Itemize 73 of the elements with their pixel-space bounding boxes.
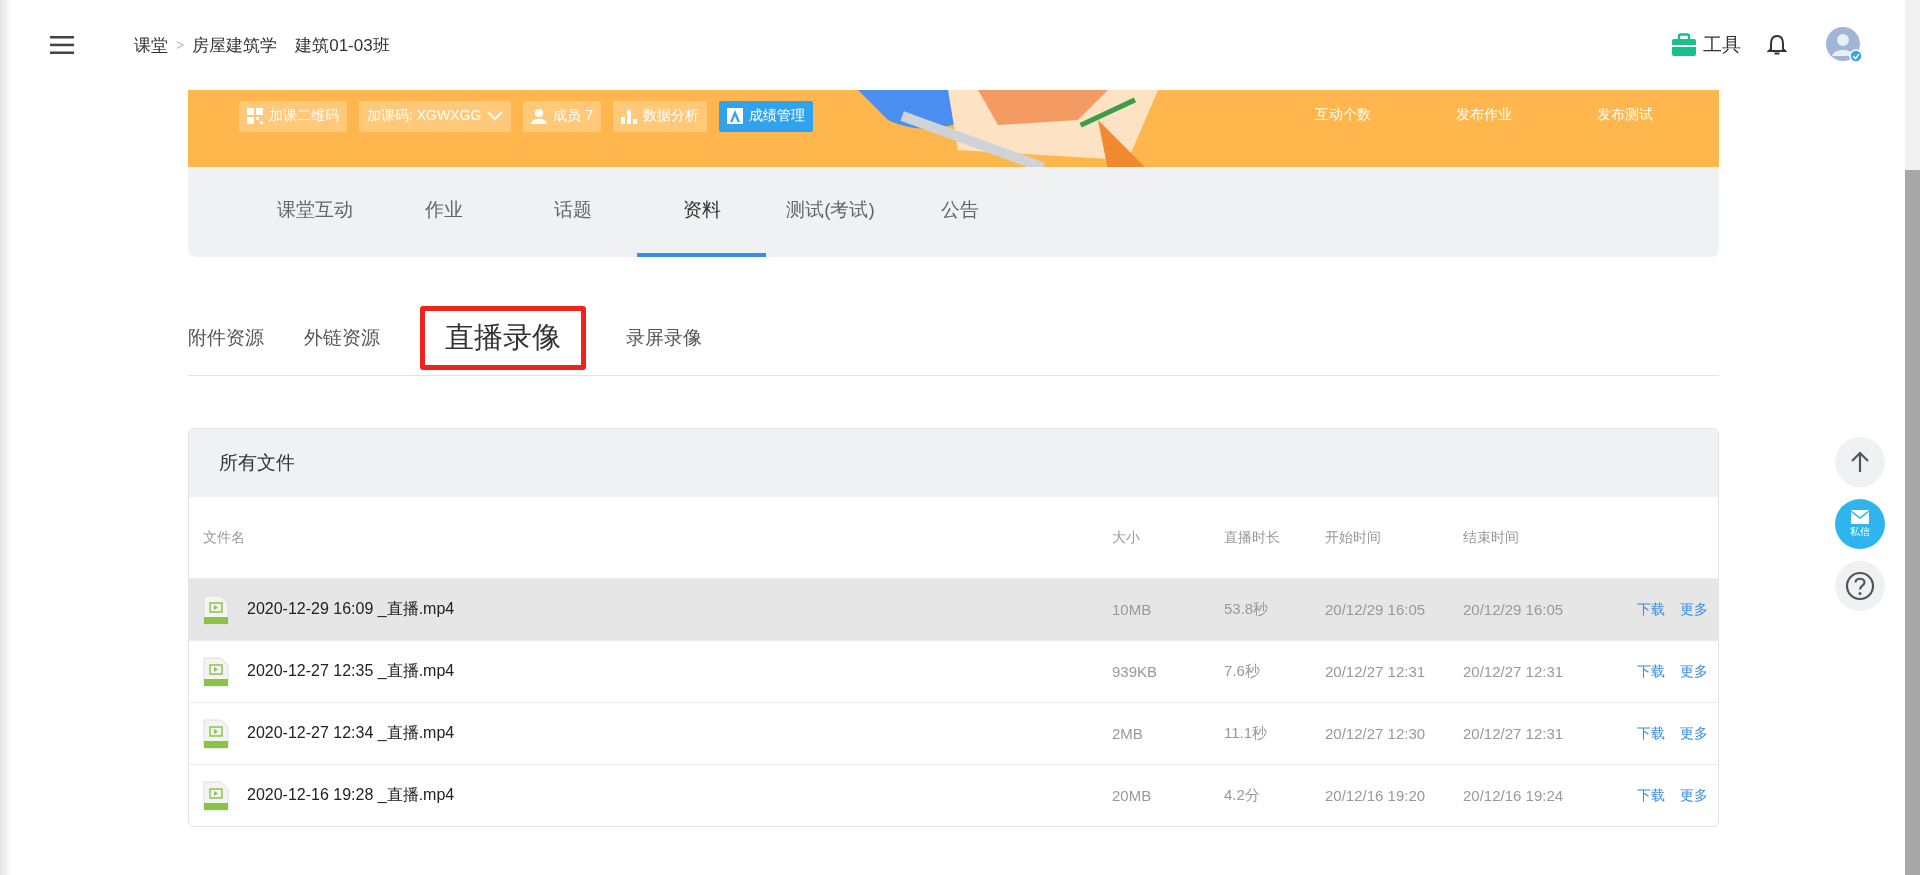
card-title: 所有文件 [189,429,1718,497]
file-row[interactable]: 2020-12-27 12:34 _直播.mp4 2MB 11.1秒 20/12/27 12:30 20/12/27 12:31 下载 更多 [189,702,1718,764]
table-cell-text: 20/12/29 16:05 [1325,601,1427,618]
help-icon [1845,571,1875,601]
briefcase-icon [1671,33,1697,57]
table-cell-text: 20/12/27 12:30 [1325,725,1427,742]
file-row[interactable]: 2020-12-16 19:28 _直播.mp4 20MB 4.2分 20/12/16 19:20 20/12/16 19:24 下载 更多 [189,764,1718,826]
table-cell-text: 20/12/27 12:31 [1463,663,1565,680]
table-cell-text: 20/12/29 16:05 [1463,601,1565,618]
nav-tab[interactable]: 公告 [895,167,1024,257]
sub-tab[interactable]: 附件资源 [188,324,264,351]
video-file-icon [203,656,229,687]
nav-tab[interactable]: 测试(考试) [766,167,895,257]
table-cell-text: 20/12/16 19:20 [1325,787,1427,804]
action-link[interactable]: 更多 [1680,724,1708,743]
sub-tab[interactable]: 外链资源 [304,324,380,351]
person-icon [531,108,548,124]
sub-tab[interactable]: 录屏录像 [626,324,702,351]
bar-chart-icon [621,108,638,124]
arrow-up-icon [1850,451,1870,473]
help-button[interactable] [1835,561,1885,611]
tools-button[interactable]: 工具 [1671,32,1741,58]
action-link[interactable]: 更多 [1680,786,1708,805]
video-file-icon [203,594,229,625]
video-file-icon [203,718,229,749]
breadcrumb-link[interactable]: 课堂 [134,33,168,57]
bell-icon[interactable] [1767,34,1787,56]
table-cell-text: 11.1秒 [1224,724,1269,743]
file-name: 2020-12-29 16:09 _直播.mp4 [247,599,455,619]
grades-button[interactable]: 成绩管理 [719,100,814,132]
breadcrumb-separator: > [176,37,185,53]
action-link[interactable]: 下载 [1637,662,1665,681]
nav-tab[interactable]: 课堂互动 [250,167,379,257]
table-cell-text: 20/12/27 12:31 [1463,725,1565,742]
action-link[interactable]: 更多 [1680,662,1708,681]
back-to-top-button[interactable] [1835,437,1885,487]
table-cell-text: 20/12/27 12:31 [1325,663,1427,680]
action-link[interactable]: 下载 [1637,724,1665,743]
video-file-icon [203,780,229,811]
table-cell-text: 7.6秒 [1224,662,1261,681]
grade-icon [727,108,744,124]
table-cell-text: 53.8秒 [1224,600,1270,619]
file-row[interactable]: 2020-12-29 16:09 _直播.mp4 10MB 53.8秒 20/12/29 16:05 20/12/29 16:05 下载 更多 [189,578,1718,640]
nav-tab[interactable]: 资料 [637,167,766,257]
column-header: 大小 [1112,528,1141,547]
table-cell-text: 939KB [1112,663,1159,680]
action-link[interactable]: 下载 [1637,786,1665,805]
mail-icon [1851,509,1869,524]
table-cell-text: 10MB [1112,601,1153,618]
avatar-icon[interactable] [1825,26,1863,64]
column-header: 结束时间 [1463,528,1520,547]
column-header: 文件名 [202,528,246,547]
caret-icon [487,111,504,121]
file-name: 2020-12-27 12:35 _直播.mp4 [247,661,455,681]
column-header: 直播时长 [1224,528,1281,547]
nav-tab[interactable]: 话题 [508,167,637,257]
scrollbar[interactable] [1905,0,1920,875]
table-cell-text: 20/12/16 19:24 [1463,787,1565,804]
nav-tab[interactable]: 作业 [379,167,508,257]
file-row[interactable]: 2020-12-27 12:35 _直播.mp4 939KB 7.6秒 20/12/27 12:31 20/12/27 12:31 下载 更多 [189,640,1718,702]
table-cell-text: 20MB [1112,787,1153,804]
breadcrumb-link[interactable]: 房屋建筑学 [192,33,278,57]
file-name: 2020-12-27 12:34 _直播.mp4 [247,723,455,743]
menu-icon[interactable] [50,36,74,54]
table-cell-text: 2MB [1112,725,1144,742]
qr-code-icon [247,108,263,124]
action-link[interactable]: 更多 [1680,600,1708,619]
table-cell-text: 4.2分 [1224,786,1261,805]
sub-tab[interactable]: 直播录像 [420,305,586,370]
file-name: 2020-12-16 19:28 _直播.mp4 [247,785,455,805]
column-header: 开始时间 [1325,528,1382,547]
action-link[interactable]: 下载 [1637,600,1665,619]
class-name: 建筑01-03班 [295,34,390,57]
